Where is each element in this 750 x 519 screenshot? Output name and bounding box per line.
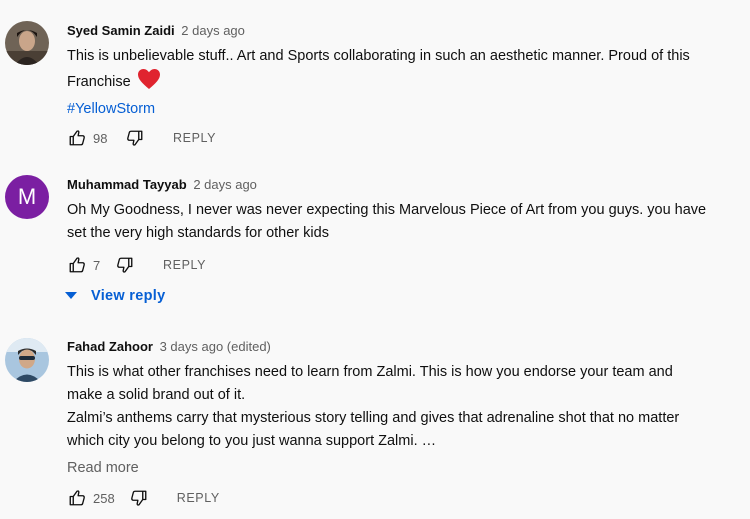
comment-timestamp[interactable]: 2 days ago [181,23,245,38]
view-replies-button[interactable]: View reply [65,288,165,304]
comment-text-line: set the very high standards for other ki… [67,225,329,241]
comment-timestamp[interactable]: 2 days ago [193,177,257,192]
avatar[interactable]: M [5,175,49,219]
like-count: 7 [93,257,101,273]
reply-button[interactable]: REPLY [173,131,216,145]
avatar-photo [5,338,49,382]
comment-text-fragment: Franchise [67,74,131,90]
reply-button[interactable]: REPLY [177,491,220,505]
comment-timestamp[interactable]: 3 days ago (edited) [160,339,271,354]
comment-text-line: Oh My Goodness, I never was never expect… [67,202,707,218]
comment-header: Fahad Zahoor 3 days ago (edited) [67,338,742,356]
caret-down-icon [65,288,77,304]
like-icon[interactable] [67,128,87,148]
comment-text-line: Franchise [67,68,742,98]
like-count: 98 [93,130,108,146]
comment-actions: 98 REPLY [67,128,216,148]
comment-text-line: This is what other franchises need to le… [67,364,673,380]
like-icon[interactable] [67,255,87,275]
red-heart-icon [137,68,161,98]
comment-actions: 258 REPLY [67,488,220,508]
comment-text: Oh My Goodness, I never was never expect… [67,199,742,245]
like-count: 258 [93,490,115,506]
author-name[interactable]: Fahad Zahoor [67,339,153,354]
author-name[interactable]: Syed Samin Zaidi [67,23,175,38]
comment-actions: 7 REPLY [67,255,206,275]
comment-text-line: This is unbelievable stuff.. Art and Spo… [67,48,690,64]
comment-text-line: make a solid brand out of it. [67,387,246,403]
read-more-button[interactable]: Read more [67,458,742,478]
avatar-letter: M [17,184,37,209]
comment-text: This is what other franchises need to le… [67,361,742,453]
reply-button[interactable]: REPLY [163,258,206,272]
view-replies-label: View reply [91,288,166,304]
comment-text-line: Zalmi’s anthems carry that mysterious st… [67,410,680,426]
avatar-photo [5,21,49,65]
avatar[interactable] [5,21,49,65]
dislike-icon[interactable] [125,128,145,148]
like-icon[interactable] [67,488,87,508]
dislike-icon[interactable] [115,255,135,275]
comment-header: Muhammad Tayyab 2 days ago [67,176,742,194]
dislike-icon[interactable] [129,488,149,508]
avatar[interactable] [5,338,49,382]
author-name[interactable]: Muhammad Tayyab [67,177,187,192]
comment-text: This is unbelievable stuff.. Art and Spo… [67,45,742,121]
hashtag-link[interactable]: #YellowStorm [67,98,742,121]
comment-header: Syed Samin Zaidi 2 days ago [67,22,742,40]
comment-text-line: which city you belong to you just wanna … [67,433,437,449]
